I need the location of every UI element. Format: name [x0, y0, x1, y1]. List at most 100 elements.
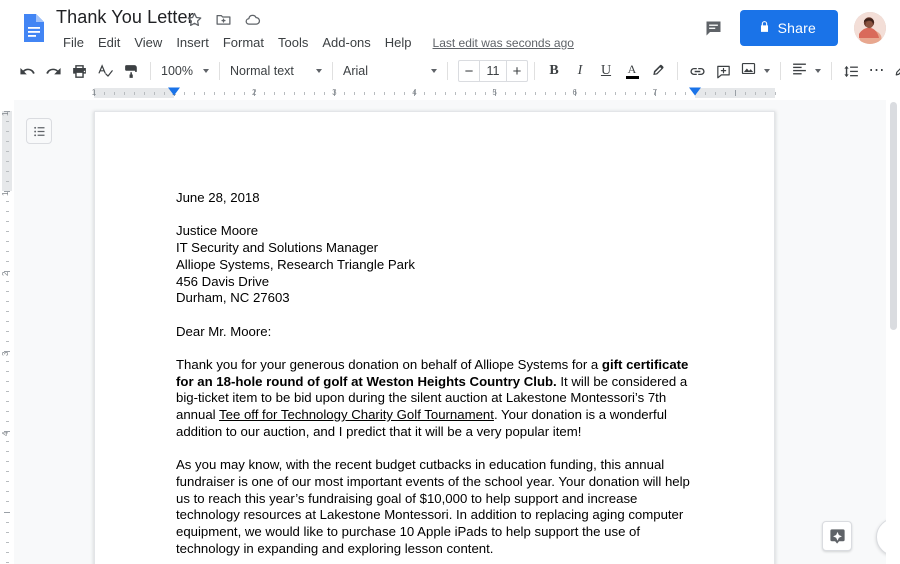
toolbar-divider	[677, 62, 678, 80]
underline-button[interactable]: U	[593, 59, 619, 83]
ruler-tick	[324, 92, 326, 95]
ruler-tick	[184, 92, 186, 95]
ruler-tick	[504, 92, 506, 95]
ruler-tick	[474, 92, 476, 95]
menu-item-tools[interactable]: Tools	[271, 32, 315, 54]
document-title[interactable]: Thank You Letter	[56, 4, 194, 30]
document-page[interactable]: June 28, 2018 Justice Moore IT Security …	[94, 111, 775, 564]
star-icon[interactable]	[186, 11, 204, 29]
ruler-tick	[114, 92, 116, 95]
menu-item-file[interactable]: File	[56, 32, 91, 54]
ruler-tick	[674, 92, 676, 95]
ruler-tick	[6, 371, 9, 373]
undo-icon[interactable]	[14, 59, 40, 83]
ruler-tick	[554, 92, 556, 95]
menu-item-addons[interactable]: Add-ons	[315, 32, 377, 54]
insert-link-icon[interactable]	[684, 59, 710, 83]
zoom-level-dropdown[interactable]: 100%	[157, 59, 213, 83]
document-content[interactable]: June 28, 2018 Justice Moore IT Security …	[176, 190, 694, 564]
spellcheck-icon[interactable]	[92, 59, 118, 83]
last-edit-status[interactable]: Last edit was seconds ago	[433, 36, 574, 50]
ruler-number: 4	[1, 431, 10, 437]
zoom-level-value: 100%	[161, 64, 193, 78]
lock-icon	[758, 20, 771, 36]
highlight-pen-icon[interactable]	[645, 59, 671, 83]
insert-image-dropdown[interactable]	[736, 59, 774, 83]
font-family-dropdown[interactable]: Arial	[339, 59, 441, 83]
ruler-tick	[6, 461, 9, 463]
ruler-tick	[394, 92, 396, 95]
font-family-value: Arial	[343, 64, 369, 78]
ruler-tick	[6, 551, 9, 553]
more-options-icon[interactable]: ⋯	[864, 59, 890, 83]
ruler-tick	[384, 92, 386, 95]
editing-mode-dropdown[interactable]	[890, 59, 900, 83]
horizontal-ruler[interactable]: 11234567	[0, 86, 900, 100]
text-color-button[interactable]: A	[619, 59, 645, 83]
menu-item-edit[interactable]: Edit	[91, 32, 127, 54]
ruler-tick	[664, 92, 666, 95]
ruler-tick	[6, 311, 9, 313]
vertical-ruler[interactable]: 1 1 2 3 4	[0, 100, 14, 564]
ruler-tick	[6, 261, 9, 263]
avatar[interactable]	[854, 12, 886, 44]
ruler-tick	[454, 92, 456, 95]
scrollbar-thumb[interactable]	[890, 102, 897, 330]
ruler-tick	[6, 251, 9, 253]
bold-button[interactable]: B	[541, 59, 567, 83]
vertical-scrollbar[interactable]	[886, 100, 900, 564]
explore-icon[interactable]	[822, 521, 852, 551]
cloud-saved-icon[interactable]	[244, 11, 262, 29]
italic-button[interactable]: I	[567, 59, 593, 83]
menu-item-help[interactable]: Help	[378, 32, 419, 54]
google-docs-icon[interactable]	[16, 10, 52, 46]
ruler-tick	[6, 231, 9, 233]
increase-font-size-button[interactable]: +	[507, 61, 527, 81]
share-button[interactable]: Share	[739, 10, 838, 46]
font-size-input[interactable]: 11	[479, 61, 507, 81]
ruler-tick	[584, 92, 586, 95]
line-spacing-icon[interactable]	[838, 59, 864, 83]
ruler-tick	[594, 92, 596, 95]
para1-underlined-event-name: Tee off for Technology Charity Golf Tour…	[219, 407, 494, 423]
ruler-number: 3	[332, 88, 337, 97]
align-left-icon	[791, 60, 808, 82]
ruler-tick	[6, 481, 9, 483]
redo-icon[interactable]	[40, 59, 66, 83]
ruler-tick	[444, 92, 446, 95]
chevron-down-icon	[815, 69, 821, 73]
comment-history-icon[interactable]	[696, 10, 732, 46]
document-workspace: June 28, 2018 Justice Moore IT Security …	[14, 100, 900, 564]
paint-format-icon[interactable]	[118, 59, 144, 83]
ruler-tick	[6, 151, 9, 153]
print-icon[interactable]	[66, 59, 92, 83]
decrease-font-size-button[interactable]: −	[459, 61, 479, 81]
menu-item-format[interactable]: Format	[216, 32, 271, 54]
ruler-tick	[284, 92, 286, 95]
menu-item-insert[interactable]: Insert	[169, 32, 216, 54]
paragraph-style-dropdown[interactable]: Normal text	[226, 59, 326, 83]
document-outline-icon[interactable]	[26, 118, 52, 144]
ruler-tick	[164, 92, 166, 95]
ruler-tick	[104, 92, 105, 95]
right-indent-marker[interactable]	[688, 87, 701, 96]
app-header: Thank You Letter File Edit View Insert F…	[0, 0, 900, 56]
ruler-tick	[6, 161, 9, 163]
ruler-tick	[614, 92, 616, 95]
ruler-tick	[314, 92, 316, 95]
toolbar-divider	[534, 62, 535, 80]
ruler-tick	[6, 421, 9, 423]
menu-item-view[interactable]: View	[127, 32, 169, 54]
text-align-dropdown[interactable]	[787, 59, 825, 83]
toolbar-divider	[219, 62, 220, 80]
ruler-tick	[6, 441, 9, 443]
left-indent-marker[interactable]	[168, 87, 181, 96]
ruler-tick	[6, 131, 9, 133]
move-to-folder-icon[interactable]	[215, 11, 233, 29]
ruler-tick	[154, 92, 156, 95]
letter-paragraph-2: As you may know, with the recent budget …	[176, 457, 690, 556]
add-comment-icon[interactable]	[710, 59, 736, 83]
text-color-swatch	[625, 75, 639, 79]
ruler-tick	[4, 511, 10, 513]
ruler-tick	[244, 92, 246, 95]
